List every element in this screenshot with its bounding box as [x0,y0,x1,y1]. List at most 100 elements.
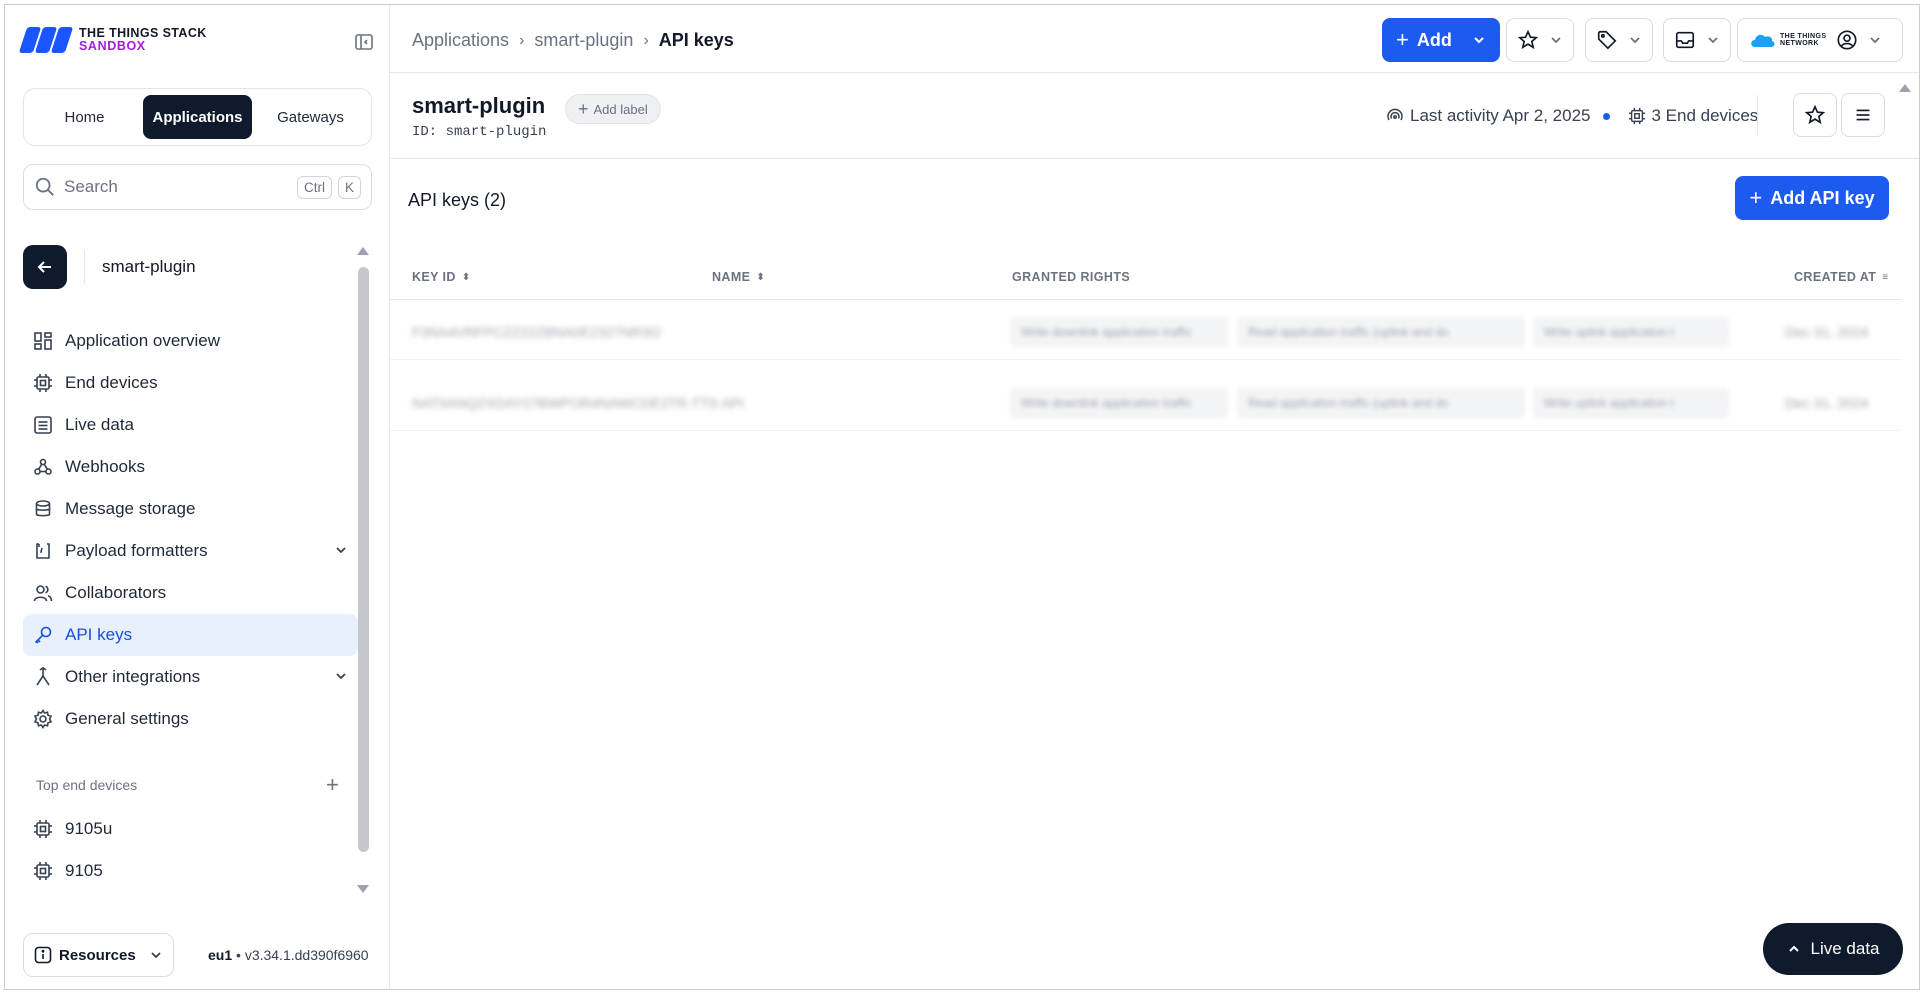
right-pill: Write uplink application t [1533,388,1729,418]
live-data-button[interactable]: Live data [1763,923,1903,975]
column-name[interactable]: NAME ⬍ [712,270,765,284]
application-name: smart-plugin [102,257,196,276]
table-row[interactable]: F3NA4VRFPCZZ22ZBNA0E2327NR3I2 Write down… [390,302,1902,360]
live-data-label: Live data [1810,939,1880,958]
right-pill: Write uplink application t [1533,317,1729,347]
top-bar: Applications › smart-plugin › API keys +… [390,5,1919,73]
sidebar-scroll-down[interactable] [357,885,369,893]
add-button-label: Add [1416,29,1452,50]
chevron-down-icon [151,952,161,959]
chevron-down-icon[interactable] [334,543,348,557]
add-label-button[interactable]: + Add label [565,94,661,124]
column-key-id[interactable]: KEY ID ⬍ [412,270,471,284]
device-name: 9105 [65,861,103,880]
inbox-dropdown[interactable] [1663,18,1731,62]
logo[interactable]: THE THINGS STACK SANDBOX [18,26,207,54]
code-icon [31,539,55,563]
nav-home[interactable]: Home [30,95,139,139]
application-header: smart-plugin ID: smart-plugin + Add labe… [390,73,1919,159]
chevron-down-icon [1708,37,1718,44]
user-avatar-icon [1837,30,1857,50]
sidebar-scroll-up[interactable] [357,247,369,255]
sidebar-item-other-integrations[interactable]: Other integrations [23,656,358,698]
labels-dropdown[interactable] [1585,18,1653,62]
add-api-key-button[interactable]: + Add API key [1735,176,1889,220]
resources-label: Resources [59,946,136,964]
star-icon [1517,29,1539,50]
tag-icon [1597,30,1617,50]
add-button[interactable]: + Add [1382,18,1500,62]
ttn-logo-line2: NETWORK [1780,40,1819,47]
ttn-logo-line1: THE THINGS [1780,33,1827,40]
sidebar-item-label: Live data [65,415,134,434]
table-header: KEY ID ⬍ NAME ⬍ GRANTED RIGHTS CREATED AT ≡ [390,252,1902,300]
top-nav-switcher: Home Applications Gateways [23,88,372,146]
sidebar-item-api-keys[interactable]: API keys [23,614,358,656]
current-application: smart-plugin [23,245,196,289]
created-at-cell: Dec 31, 2024 [1785,324,1869,340]
sidebar-item-collaborators[interactable]: Collaborators [23,572,358,614]
info-icon [34,946,52,964]
sidebar-item-application-overview[interactable]: Application overview [23,320,358,362]
branch-icon [31,665,55,689]
list-item[interactable]: 9105u [23,808,358,850]
version-info: eu1 • v3.34.1.dd390f6960 [208,947,369,963]
sidebar-item-general-settings[interactable]: General settings [23,698,358,740]
right-pill: Read application traffic (uplink and do [1237,388,1525,418]
bookmark-button[interactable] [1793,93,1837,137]
ttn-logo: THE THINGS NETWORK [1748,31,1826,49]
sidebar-item-message-storage[interactable]: Message storage [23,488,358,530]
region: eu1 [208,947,233,963]
sidebar-item-webhooks[interactable]: Webhooks [23,446,358,488]
shortcut-ctrl: Ctrl [296,175,332,199]
created-at-cell: Dec 31, 2024 [1785,395,1869,411]
sidebar-item-payload-formatters[interactable]: Payload formatters [23,530,358,572]
nav-gateways[interactable]: Gateways [256,95,365,139]
sidebar-item-label: Application overview [65,331,220,350]
breadcrumb-current: API keys [658,30,734,50]
webhook-icon [31,455,55,479]
sidebar-item-label: General settings [65,709,189,728]
sidebar-item-label: Message storage [65,499,196,518]
add-device-plus-icon[interactable]: + [326,774,339,796]
sort-icon: ⬍ [461,271,471,283]
sort-desc-icon: ≡ [1882,271,1889,283]
sidebar-item-live-data[interactable]: Live data [23,404,358,446]
resources-button[interactable]: Resources [23,933,174,977]
search-input[interactable]: Search Ctrl K [23,164,372,210]
account-dropdown[interactable]: THE THINGS NETWORK [1737,18,1903,62]
breadcrumb-applications[interactable]: Applications [412,30,509,51]
activity-icon [1387,108,1403,121]
menu-button[interactable] [1841,93,1885,137]
sidebar-item-label: Webhooks [65,457,146,476]
grid-icon [31,329,55,353]
list-icon [31,413,55,437]
device-name: 9105u [65,819,113,838]
last-activity: Last activity Apr 2, 2025 [1410,106,1591,125]
chevron-right-icon: › [643,31,649,49]
chip-icon [31,859,55,883]
chevron-down-icon [1474,37,1484,44]
table-row[interactable]: NAT0ANQZXDAY27BWPOR4NAWCDE2TR-TTS API Wr… [390,373,1902,431]
back-button[interactable] [23,245,67,289]
list-item[interactable]: 9105 [23,850,358,892]
key-id-cell: NAT0ANQZXDAY27BWPOR4NAWCDE2TR-TTS API [412,395,744,411]
sidebar-item-label: Other integrations [65,667,201,686]
table-title: API keys (2) [408,190,507,210]
page-scroll-up[interactable] [1899,84,1911,92]
chevron-down-icon[interactable] [334,669,348,683]
sidebar-item-end-devices[interactable]: End devices [23,362,358,404]
bookmarks-dropdown[interactable] [1506,18,1574,62]
key-id-cell: F3NA4VRFPCZZ22ZBNA0E2327NR3I2 [412,324,661,340]
sidebar-scrollbar[interactable] [358,267,369,852]
application-id: ID: smart-plugin [412,124,547,140]
column-created-at[interactable]: CREATED AT ≡ [1794,270,1889,284]
end-devices-count[interactable]: 3 End devices [1652,106,1759,126]
chip-icon [31,817,55,841]
breadcrumb-smart-plugin[interactable]: smart-plugin [534,30,633,51]
plus-icon: + [1396,27,1409,52]
collapse-sidebar-icon[interactable] [354,32,374,52]
cloud-icon [1751,34,1775,47]
nav-applications[interactable]: Applications [143,95,252,139]
inbox-icon [1675,31,1695,49]
